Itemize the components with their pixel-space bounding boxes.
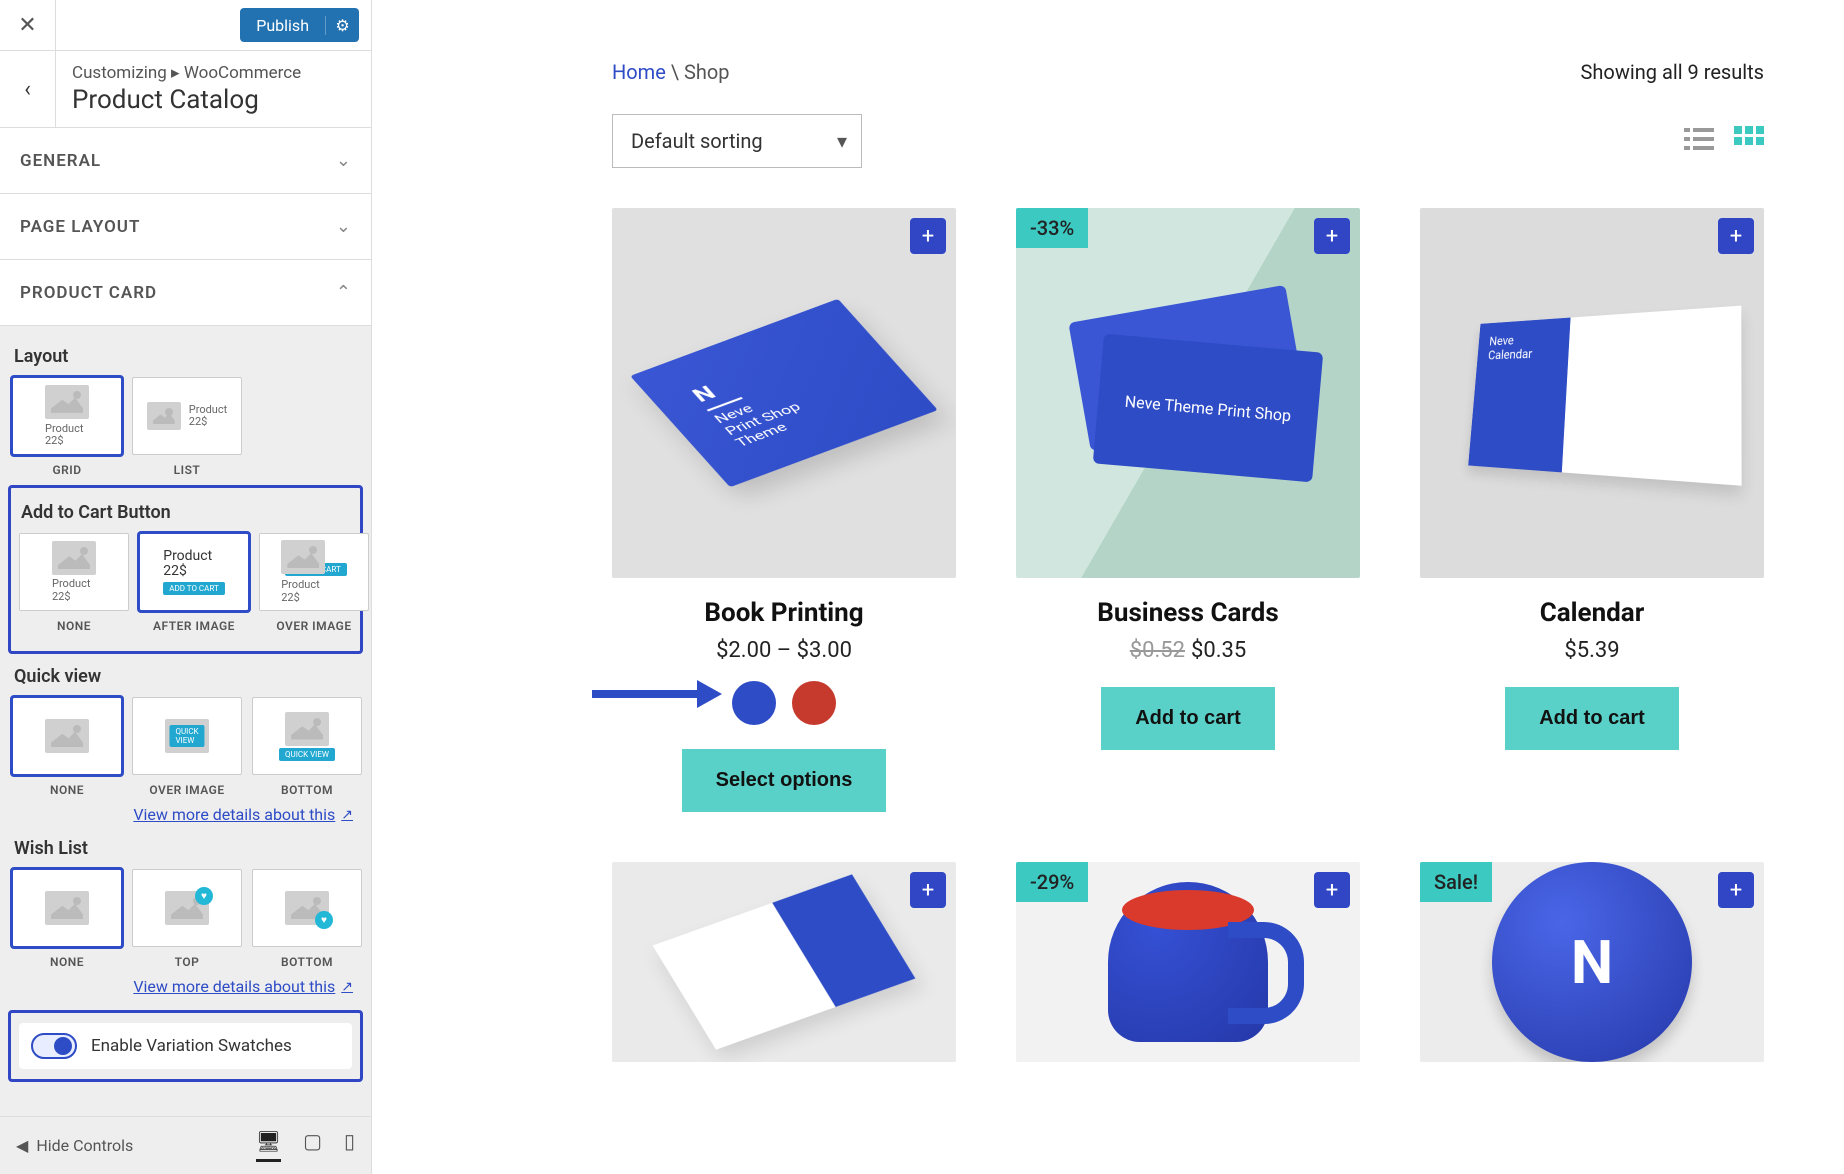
accordion-general[interactable]: GENERAL ⌄	[0, 128, 371, 194]
discount-badge: -33%	[1016, 208, 1088, 248]
chevron-down-icon: ⌄	[336, 216, 351, 237]
quickview-option-none[interactable]	[12, 697, 122, 775]
sidebar-header: ‹ Customizing ▸ WooCommerce Product Cata…	[0, 51, 371, 128]
quickview-option-bottom[interactable]: QUICK VIEW	[252, 697, 362, 775]
product-title[interactable]: Book Printing	[704, 598, 863, 628]
product-image[interactable]: -33% N Neve Theme Print Shop +	[1016, 208, 1360, 578]
image-placeholder-icon	[45, 891, 89, 925]
product-card: +	[612, 862, 956, 1062]
wishlist-option-none[interactable]	[12, 869, 122, 947]
product-title[interactable]: Calendar	[1540, 598, 1645, 628]
layout-option-list[interactable]: Product22$	[132, 377, 242, 455]
external-link-icon: ↗	[341, 979, 353, 995]
chevron-left-circle-icon: ◀	[16, 1136, 28, 1155]
quick-add-button[interactable]: +	[1314, 218, 1350, 254]
product-image[interactable]: Sale! N +	[1420, 862, 1764, 1062]
image-placeholder-icon	[285, 712, 329, 746]
publish-label: Publish	[240, 16, 325, 35]
select-options-button[interactable]: Select options	[682, 749, 887, 812]
quick-add-button[interactable]: +	[910, 218, 946, 254]
customizer-sidebar: ✕ Publish ⚙ ‹ Customizing ▸ WooCommerce …	[0, 0, 372, 1174]
product-price: $0.52$0.35	[1130, 638, 1247, 663]
product-image[interactable]: NeveCalendar +	[1420, 208, 1764, 578]
tablet-icon[interactable]: ▢	[303, 1129, 322, 1162]
discount-badge: -29%	[1016, 862, 1088, 902]
atc-option-over-image[interactable]: ADD TO CART Product22$	[259, 533, 369, 611]
heart-icon: ♥	[315, 911, 333, 929]
sidebar-footer: ◀ Hide Controls 🖥 ▢ ▯	[0, 1116, 371, 1174]
quick-add-button[interactable]: +	[1314, 872, 1350, 908]
atc-heading: Add to Cart Button	[21, 502, 352, 523]
image-placeholder-icon	[147, 402, 181, 430]
atc-option-after-image[interactable]: Product22$ ADD TO CART	[139, 533, 249, 611]
quickview-more-link[interactable]: View more details about this ↗	[12, 805, 353, 824]
sale-badge: Sale!	[1420, 862, 1492, 902]
accordion-product-card[interactable]: PRODUCT CARD ⌃	[0, 260, 371, 326]
atc-highlight-box: Add to Cart Button Product22$ NONE	[8, 485, 363, 654]
add-to-cart-button[interactable]: Add to cart	[1101, 687, 1275, 750]
hide-controls-button[interactable]: ◀ Hide Controls	[16, 1136, 133, 1155]
product-price: $2.00 – $3.00	[716, 638, 852, 663]
quickview-heading: Quick view	[14, 666, 359, 687]
desktop-icon[interactable]: 🖥	[256, 1129, 281, 1162]
swatch-red[interactable]	[792, 681, 836, 725]
back-button[interactable]: ‹	[0, 51, 56, 127]
layout-heading: Layout	[14, 346, 359, 367]
image-placeholder-icon	[281, 540, 325, 574]
breadcrumb: Customizing ▸ WooCommerce	[72, 63, 301, 83]
wishlist-option-bottom[interactable]: ♥	[252, 869, 362, 947]
swatch-blue[interactable]	[732, 681, 776, 725]
breadcrumb-home-link[interactable]: Home	[612, 60, 666, 84]
grid-view-icon[interactable]	[1734, 126, 1764, 156]
gear-icon[interactable]: ⚙	[325, 16, 359, 35]
quick-add-button[interactable]: +	[1718, 872, 1754, 908]
product-card-panel: Layout Product22$ GRID Pro	[0, 326, 371, 1116]
product-image[interactable]: NNevePrint ShopTheme +	[612, 208, 956, 578]
product-card: -29% +	[1016, 862, 1360, 1062]
atc-option-none[interactable]: Product22$	[19, 533, 129, 611]
heart-icon: ♥	[195, 887, 213, 905]
shop-breadcrumb: Home \ Shop	[612, 60, 730, 84]
sort-select[interactable]: Default sorting	[612, 114, 862, 168]
sidebar-top-bar: ✕ Publish ⚙	[0, 0, 371, 51]
variation-swatches-label: Enable Variation Swatches	[91, 1036, 292, 1056]
quick-add-button[interactable]: +	[1718, 218, 1754, 254]
publish-button[interactable]: Publish ⚙	[240, 8, 359, 42]
product-card: NeveCalendar + Calendar $5.39 Add to car…	[1420, 208, 1764, 812]
chevron-up-icon: ⌃	[336, 282, 351, 303]
layout-option-grid[interactable]: Product22$	[12, 377, 122, 455]
product-card: Sale! N +	[1420, 862, 1764, 1062]
annotation-arrow-icon	[592, 674, 722, 714]
accordion-page-layout[interactable]: PAGE LAYOUT ⌄	[0, 194, 371, 260]
product-image[interactable]: +	[612, 862, 956, 1062]
wishlist-more-link[interactable]: View more details about this ↗	[12, 977, 353, 996]
quick-add-button[interactable]: +	[910, 872, 946, 908]
product-title[interactable]: Business Cards	[1097, 598, 1278, 628]
breadcrumb-current: Shop	[684, 60, 730, 84]
image-placeholder-icon	[52, 541, 96, 575]
product-price: $5.39	[1564, 638, 1619, 663]
preview-pane: Home \ Shop Showing all 9 results Defaul…	[372, 0, 1844, 1174]
variation-swatches-toggle[interactable]	[31, 1033, 77, 1059]
image-placeholder-icon	[45, 385, 89, 419]
product-image[interactable]: -29% +	[1016, 862, 1360, 1062]
mobile-icon[interactable]: ▯	[344, 1129, 355, 1162]
product-card: -33% N Neve Theme Print Shop + Business …	[1016, 208, 1360, 812]
close-button[interactable]: ✕	[0, 0, 56, 50]
variation-highlight-box: Enable Variation Swatches	[8, 1010, 363, 1082]
list-view-icon[interactable]	[1684, 126, 1714, 156]
image-placeholder-icon	[45, 719, 89, 753]
section-title: Product Catalog	[72, 85, 301, 115]
quickview-option-over-image[interactable]: QUICK VIEW	[132, 697, 242, 775]
results-count: Showing all 9 results	[1581, 60, 1764, 84]
chevron-down-icon: ⌄	[336, 150, 351, 171]
wishlist-option-top[interactable]: ♥	[132, 869, 242, 947]
variation-swatches	[732, 681, 836, 725]
wishlist-heading: Wish List	[14, 838, 359, 859]
add-to-cart-button[interactable]: Add to cart	[1505, 687, 1679, 750]
product-card: NNevePrint ShopTheme + Book Printing $2.…	[612, 208, 956, 812]
external-link-icon: ↗	[341, 807, 353, 823]
